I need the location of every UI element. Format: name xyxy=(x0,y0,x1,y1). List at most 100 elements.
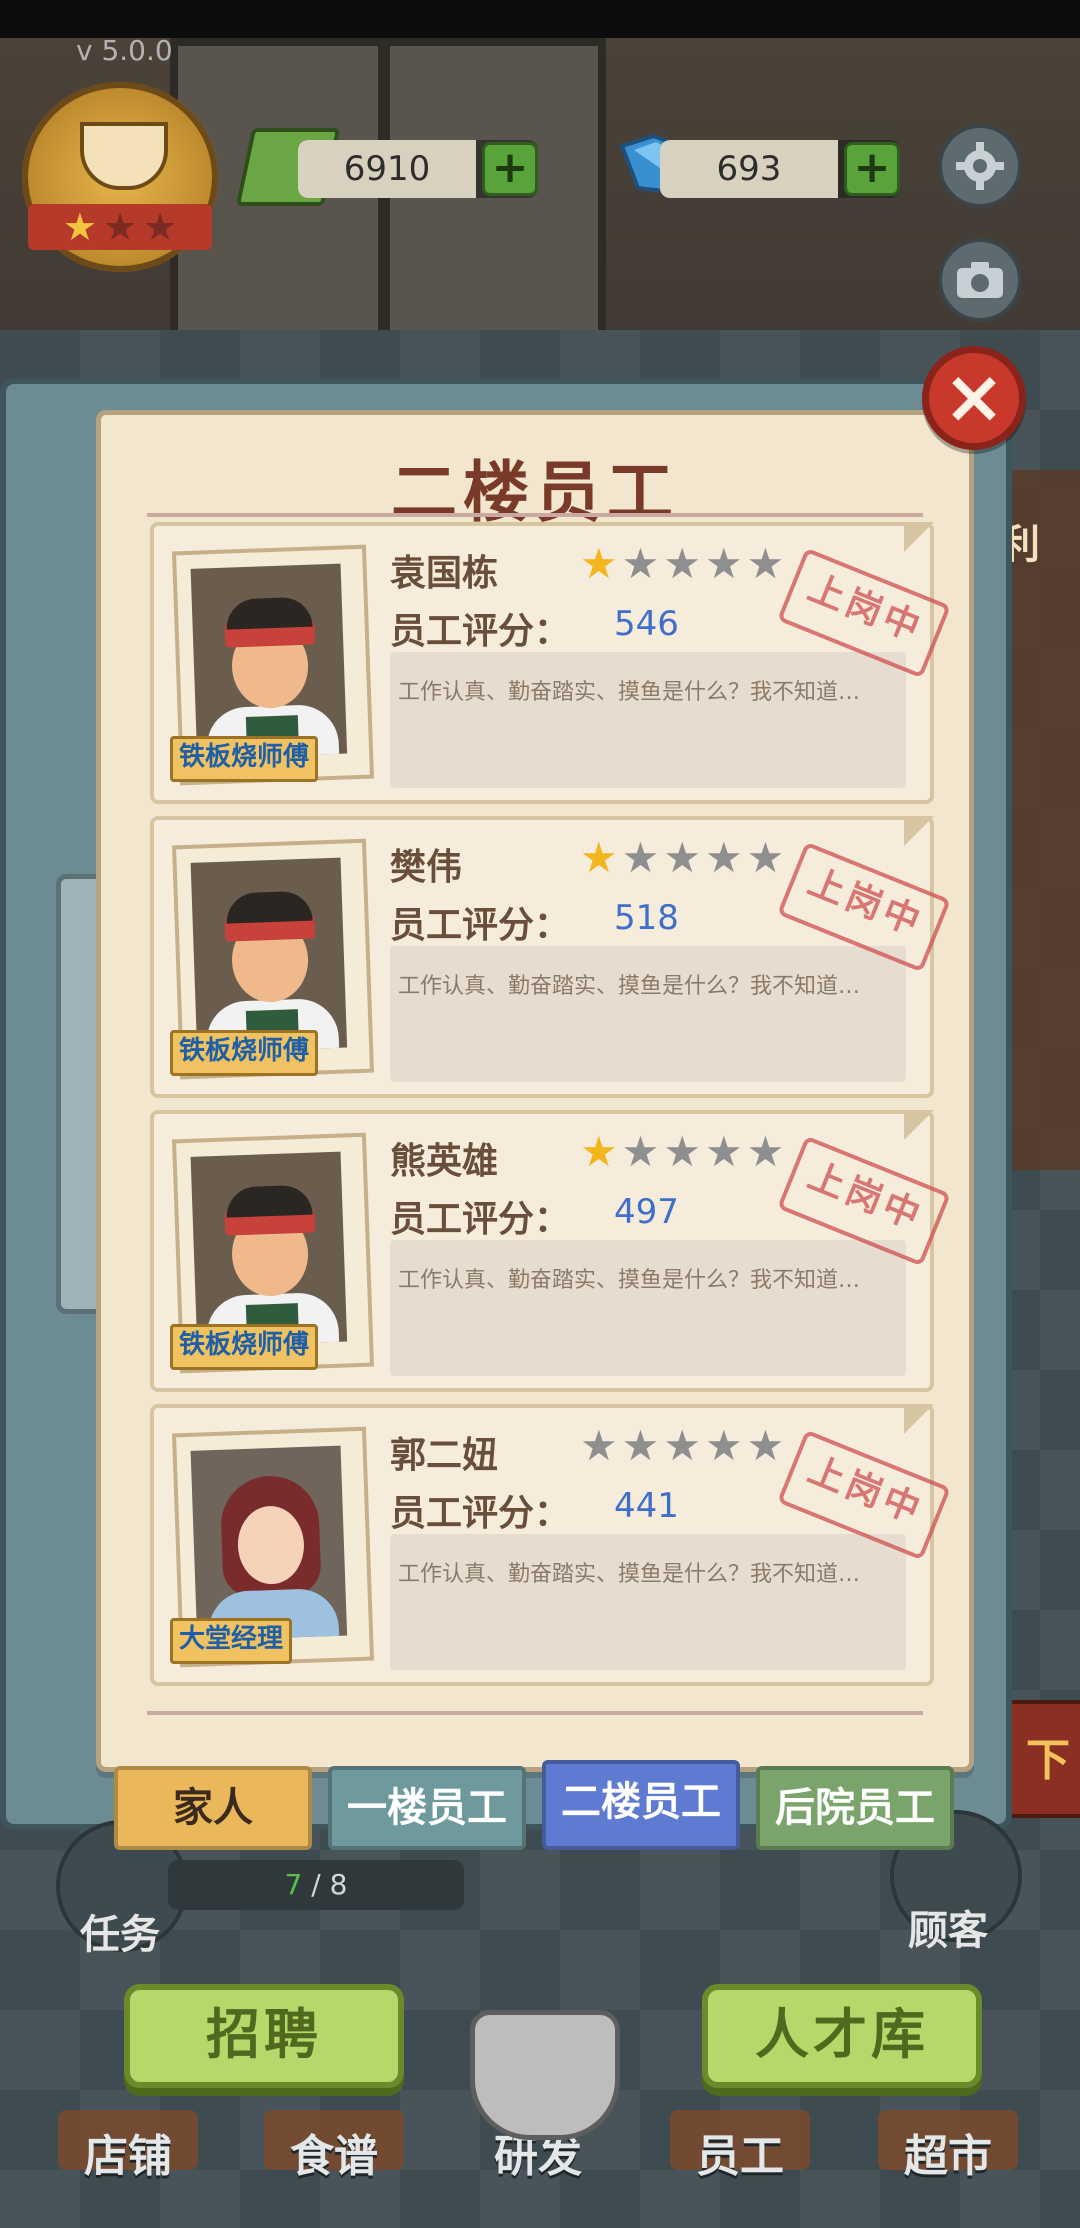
star-icon: ★ xyxy=(663,1127,701,1176)
avatar xyxy=(190,1445,348,1641)
staff-card[interactable]: 大堂经理 郭二妞 ★ ★ ★ ★ ★ 员工评分： 441 工作认真、勤奋踏实、摸… xyxy=(150,1404,951,1686)
score-value: 497 xyxy=(614,1192,679,1232)
star-icon: ★ xyxy=(580,1421,618,1470)
role-badge: 铁板烧师傅 xyxy=(170,1030,319,1076)
staff-rating: ★ ★ ★ ★ ★ xyxy=(580,1130,784,1174)
star-icon: ★ xyxy=(663,833,701,882)
star-icon: ★ xyxy=(580,833,618,882)
star-icon: ★ xyxy=(704,1127,743,1176)
task-progress-done: 7 xyxy=(284,1868,303,1901)
avatar xyxy=(190,1151,348,1347)
nav-label: 员工 xyxy=(696,2131,784,2182)
staff-list: 铁板烧师傅 袁国栋 ★ ★ ★ ★ ★ 员工评分： 546 工作认真、勤奋踏实、… xyxy=(150,522,951,1698)
close-icon: × xyxy=(942,354,1005,440)
tab-floor1-staff[interactable]: 一楼员工 xyxy=(328,1766,526,1850)
card-corner xyxy=(904,816,934,846)
role-badge: 大堂经理 xyxy=(170,1618,293,1664)
side-sign: 下 xyxy=(1004,1700,1080,1818)
star-icon: ★ xyxy=(621,1421,660,1470)
gear-icon xyxy=(956,142,1004,190)
score-label: 员工评分： xyxy=(390,611,571,652)
staff-rating: ★ ★ ★ ★ ★ xyxy=(580,1424,784,1468)
staff-card[interactable]: 铁板烧师傅 袁国栋 ★ ★ ★ ★ ★ 员工评分： 546 工作认真、勤奋踏实、… xyxy=(150,522,951,804)
score-value: 518 xyxy=(614,898,679,938)
star-icon: ★ xyxy=(621,539,660,588)
title-divider xyxy=(147,513,923,517)
gem-value: 693 xyxy=(660,140,838,198)
gem-bar: 693 + xyxy=(660,140,900,198)
talent-pool-button[interactable]: 人才库 xyxy=(702,1984,982,2088)
task-progress: 7 / 8 xyxy=(168,1860,464,1910)
avatar xyxy=(190,563,348,759)
star-icon: ★ xyxy=(580,1127,618,1176)
star-icon: ★ xyxy=(102,205,138,249)
description-box: 工作认真、勤奋踏实、摸鱼是什么？我不知道… xyxy=(390,1240,906,1376)
star-icon: ★ xyxy=(143,205,178,249)
star-icon: ★ xyxy=(580,539,618,588)
score-label: 员工评分： xyxy=(390,905,571,946)
star-icon: ★ xyxy=(62,205,97,249)
star-icon: ★ xyxy=(704,1421,743,1470)
description-box: 工作认真、勤奋踏实、摸鱼是什么？我不知道… xyxy=(390,1534,906,1670)
counter xyxy=(1000,470,1080,1170)
cooking-pot-icon xyxy=(470,2010,620,2140)
staff-description: 工作认真、勤奋踏实、摸鱼是什么？我不知道… xyxy=(398,1562,861,1587)
star-icon: ★ xyxy=(746,1127,785,1176)
tab-backyard-staff[interactable]: 后院员工 xyxy=(756,1766,954,1850)
score-label: 员工评分： xyxy=(390,1493,571,1534)
tab-family[interactable]: 家人 xyxy=(114,1766,312,1850)
avatar xyxy=(190,857,348,1053)
nav-label: 店铺 xyxy=(84,2131,172,2182)
description-box: 工作认真、勤奋踏实、摸鱼是什么？我不知道… xyxy=(390,652,906,788)
add-gem-button[interactable]: + xyxy=(844,142,900,196)
score-value: 546 xyxy=(614,604,679,644)
staff-description: 工作认真、勤奋踏实、摸鱼是什么？我不知道… xyxy=(398,1268,861,1293)
description-box: 工作认真、勤奋踏实、摸鱼是什么？我不知道… xyxy=(390,946,906,1082)
staff-name: 袁国栋 xyxy=(390,553,499,594)
staff-name: 熊英雄 xyxy=(390,1141,499,1182)
noodle-bowl-icon xyxy=(80,122,168,190)
score-value: 441 xyxy=(614,1486,679,1526)
card-corner xyxy=(904,1110,934,1140)
card-corner xyxy=(904,522,934,552)
staff-description: 工作认真、勤奋踏实、摸鱼是什么？我不知道… xyxy=(398,974,861,999)
staff-name: 郭二妞 xyxy=(390,1435,499,1476)
star-icon: ★ xyxy=(746,833,785,882)
camera-icon xyxy=(957,262,1003,298)
staff-rating: ★ ★ ★ ★ ★ xyxy=(580,542,784,586)
staff-card[interactable]: 铁板烧师傅 熊英雄 ★ ★ ★ ★ ★ 员工评分： 497 工作认真、勤奋踏实、… xyxy=(150,1110,951,1392)
side-sign-bottom-text: 下 xyxy=(1026,1735,1070,1786)
tab-floor2-staff[interactable]: 二楼员工 xyxy=(542,1760,740,1850)
role-badge: 铁板烧师傅 xyxy=(170,736,319,782)
add-cash-button[interactable]: + xyxy=(482,142,538,196)
cash-bar: 6910 + xyxy=(298,140,538,198)
version-label: v 5.0.0 xyxy=(76,34,173,67)
star-icon: ★ xyxy=(663,539,701,588)
staff-card[interactable]: 铁板烧师傅 樊伟 ★ ★ ★ ★ ★ 员工评分： 518 工作认真、勤奋踏实、摸… xyxy=(150,816,951,1098)
staff-rating: ★ ★ ★ ★ ★ xyxy=(580,836,784,880)
emblem-rating: ★ ★ ★ xyxy=(28,204,212,250)
bottom-divider xyxy=(147,1711,923,1715)
staff-name: 樊伟 xyxy=(390,847,463,888)
camera-button[interactable] xyxy=(938,238,1022,322)
status-bar xyxy=(0,0,1080,38)
dialog-title: 二楼员工 xyxy=(391,454,679,531)
star-icon: ★ xyxy=(746,1421,785,1470)
nav-label: 超市 xyxy=(904,2131,992,2182)
cash-value: 6910 xyxy=(298,140,476,198)
star-icon: ★ xyxy=(704,539,743,588)
star-icon: ★ xyxy=(621,833,660,882)
restaurant-emblem[interactable]: ★ ★ ★ xyxy=(22,82,218,272)
task-label: 任务 xyxy=(80,1912,160,1958)
star-icon: ★ xyxy=(621,1127,660,1176)
card-corner xyxy=(904,1404,934,1434)
star-icon: ★ xyxy=(746,539,785,588)
staff-description: 工作认真、勤奋踏实、摸鱼是什么？我不知道… xyxy=(398,680,861,705)
settings-button[interactable] xyxy=(938,124,1022,208)
close-button[interactable]: × xyxy=(922,346,1026,450)
role-badge: 铁板烧师傅 xyxy=(170,1324,319,1370)
score-label: 员工评分： xyxy=(390,1199,571,1240)
task-progress-total: / 8 xyxy=(302,1868,348,1901)
recruit-button[interactable]: 招聘 xyxy=(124,1984,404,2088)
star-icon: ★ xyxy=(663,1421,701,1470)
